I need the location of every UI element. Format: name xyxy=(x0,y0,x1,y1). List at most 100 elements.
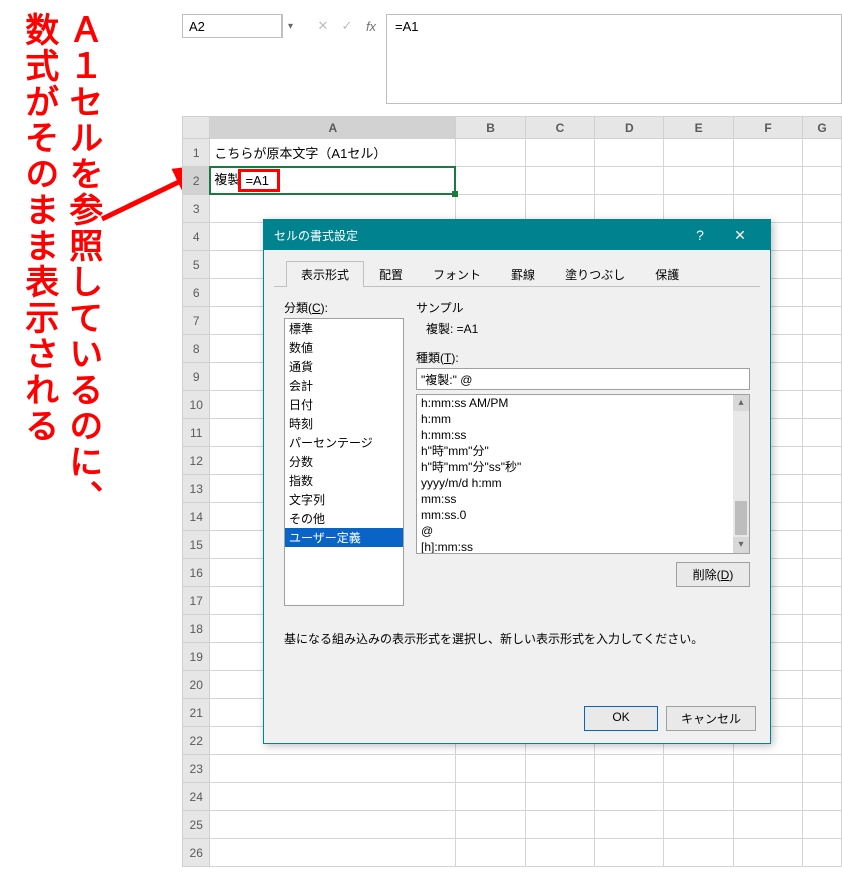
col-header-G[interactable]: G xyxy=(803,117,842,139)
cell-C24[interactable] xyxy=(525,783,594,811)
cell-E24[interactable] xyxy=(664,783,733,811)
confirm-icon[interactable]: ✓ xyxy=(338,18,356,34)
cell-A25[interactable] xyxy=(210,811,456,839)
cell-C23[interactable] xyxy=(525,755,594,783)
row-header-1[interactable]: 1 xyxy=(183,139,210,167)
row-header-5[interactable]: 5 xyxy=(183,251,210,279)
type-list-item[interactable]: h:mm xyxy=(417,411,733,427)
cell-B2[interactable] xyxy=(456,167,525,195)
type-list-scrollbar[interactable]: ▴ ▾ xyxy=(733,395,749,553)
row-header-13[interactable]: 13 xyxy=(183,475,210,503)
category-item[interactable]: 標準 xyxy=(285,319,403,338)
category-item[interactable]: 文字列 xyxy=(285,490,403,509)
row-header-14[interactable]: 14 xyxy=(183,503,210,531)
cell-C2[interactable] xyxy=(525,167,594,195)
cell-G8[interactable] xyxy=(803,335,842,363)
tab-5[interactable]: 保護 xyxy=(640,261,694,287)
cell-G20[interactable] xyxy=(803,671,842,699)
col-header-D[interactable]: D xyxy=(595,117,664,139)
cell-F2[interactable] xyxy=(733,167,802,195)
type-list-item[interactable]: h"時"mm"分" xyxy=(417,443,733,459)
cell-B1[interactable] xyxy=(456,139,525,167)
cell-G1[interactable] xyxy=(803,139,842,167)
col-header-C[interactable]: C xyxy=(525,117,594,139)
tab-0[interactable]: 表示形式 xyxy=(286,261,364,287)
cell-E23[interactable] xyxy=(664,755,733,783)
type-list-item[interactable]: yyyy/m/d h:mm xyxy=(417,475,733,491)
row-header-19[interactable]: 19 xyxy=(183,643,210,671)
col-header-A[interactable]: A xyxy=(210,117,456,139)
cell-G15[interactable] xyxy=(803,531,842,559)
cell-F25[interactable] xyxy=(733,811,802,839)
cell-G17[interactable] xyxy=(803,587,842,615)
tab-2[interactable]: フォント xyxy=(418,261,496,287)
row-header-23[interactable]: 23 xyxy=(183,755,210,783)
category-item[interactable]: 通貨 xyxy=(285,357,403,376)
cell-D24[interactable] xyxy=(595,783,664,811)
type-list-item[interactable]: @ xyxy=(417,523,733,539)
cell-G3[interactable] xyxy=(803,195,842,223)
row-header-11[interactable]: 11 xyxy=(183,419,210,447)
row-header-2[interactable]: 2 xyxy=(183,167,210,195)
cell-G26[interactable] xyxy=(803,839,842,867)
cell-D1[interactable] xyxy=(595,139,664,167)
type-list[interactable]: h:mm:ss AM/PMh:mmh:mm:ssh"時"mm"分"h"時"mm"… xyxy=(416,394,750,554)
row-header-15[interactable]: 15 xyxy=(183,531,210,559)
cell-G7[interactable] xyxy=(803,307,842,335)
cell-G21[interactable] xyxy=(803,699,842,727)
cell-D23[interactable] xyxy=(595,755,664,783)
cell-C26[interactable] xyxy=(525,839,594,867)
row-header-4[interactable]: 4 xyxy=(183,223,210,251)
category-list[interactable]: 標準数値通貨会計日付時刻パーセンテージ分数指数文字列その他ユーザー定義 xyxy=(284,318,404,606)
cell-A24[interactable] xyxy=(210,783,456,811)
cell-G9[interactable] xyxy=(803,363,842,391)
help-button[interactable]: ? xyxy=(680,227,720,243)
cell-G23[interactable] xyxy=(803,755,842,783)
ok-button[interactable]: OK xyxy=(584,706,658,731)
cell-C25[interactable] xyxy=(525,811,594,839)
type-list-item[interactable]: h:mm:ss AM/PM xyxy=(417,395,733,411)
cell-B24[interactable] xyxy=(456,783,525,811)
cell-G25[interactable] xyxy=(803,811,842,839)
cell-G19[interactable] xyxy=(803,643,842,671)
type-list-item[interactable]: [h]:mm:ss xyxy=(417,539,733,554)
row-header-25[interactable]: 25 xyxy=(183,811,210,839)
cell-G6[interactable] xyxy=(803,279,842,307)
row-header-22[interactable]: 22 xyxy=(183,727,210,755)
row-header-7[interactable]: 7 xyxy=(183,307,210,335)
fill-handle[interactable] xyxy=(452,191,458,197)
name-box-dropdown[interactable]: ▾ xyxy=(282,14,298,38)
category-item[interactable]: 指数 xyxy=(285,471,403,490)
row-header-3[interactable]: 3 xyxy=(183,195,210,223)
cancel-button[interactable]: キャンセル xyxy=(666,706,756,731)
cell-F1[interactable] xyxy=(733,139,802,167)
cell-D26[interactable] xyxy=(595,839,664,867)
cell-E26[interactable] xyxy=(664,839,733,867)
cell-A1[interactable]: こちらが原本文字（A1セル） xyxy=(210,139,456,167)
dialog-titlebar[interactable]: セルの書式設定 ? ✕ xyxy=(264,220,770,250)
cell-D25[interactable] xyxy=(595,811,664,839)
cell-G24[interactable] xyxy=(803,783,842,811)
cell-E2[interactable] xyxy=(664,167,733,195)
tab-4[interactable]: 塗りつぶし xyxy=(550,261,640,287)
scroll-thumb[interactable] xyxy=(735,501,747,535)
cell-F24[interactable] xyxy=(733,783,802,811)
name-box[interactable]: A2 xyxy=(182,14,282,38)
category-item[interactable]: 時刻 xyxy=(285,414,403,433)
cell-G4[interactable] xyxy=(803,223,842,251)
cell-A2[interactable]: 複製=A1 xyxy=(210,167,456,195)
type-list-item[interactable]: mm:ss xyxy=(417,491,733,507)
cell-A26[interactable] xyxy=(210,839,456,867)
cell-G10[interactable] xyxy=(803,391,842,419)
cell-G22[interactable] xyxy=(803,727,842,755)
type-input[interactable] xyxy=(416,368,750,390)
scroll-up-icon[interactable]: ▴ xyxy=(733,395,749,411)
category-item[interactable]: 会計 xyxy=(285,376,403,395)
category-item[interactable]: その他 xyxy=(285,509,403,528)
category-item[interactable]: 日付 xyxy=(285,395,403,414)
fx-icon[interactable]: fx xyxy=(362,19,380,34)
col-header-B[interactable]: B xyxy=(456,117,525,139)
formula-bar-input[interactable]: =A1 xyxy=(386,14,842,104)
row-header-9[interactable]: 9 xyxy=(183,363,210,391)
row-header-20[interactable]: 20 xyxy=(183,671,210,699)
